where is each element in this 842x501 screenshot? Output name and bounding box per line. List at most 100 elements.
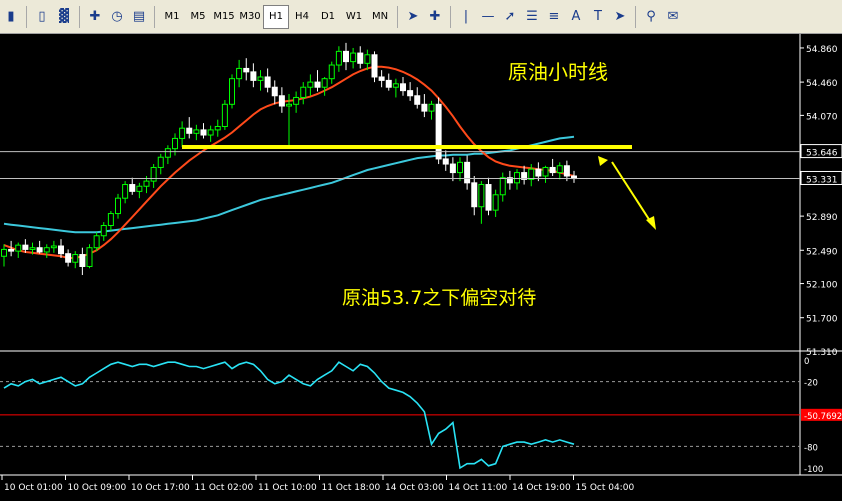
candle-body bbox=[36, 247, 43, 253]
timeframe-d1[interactable]: D1 bbox=[315, 5, 341, 29]
candle-body bbox=[72, 254, 79, 263]
candle-body bbox=[328, 64, 335, 80]
horizontal-line-icon[interactable]: — bbox=[477, 5, 499, 29]
timeframe-mn[interactable]: MN bbox=[367, 5, 393, 29]
candle-body bbox=[371, 54, 378, 78]
candle-body bbox=[378, 76, 385, 81]
new-chart-icon[interactable]: ✚ bbox=[84, 5, 106, 29]
timeframe-m5[interactable]: M5 bbox=[185, 5, 211, 29]
candle-body bbox=[307, 81, 314, 88]
candle-body bbox=[428, 103, 435, 112]
vertical-line-icon[interactable]: | bbox=[455, 5, 477, 29]
candle-body bbox=[193, 129, 200, 134]
candle-body bbox=[243, 67, 250, 73]
candle-body bbox=[314, 81, 321, 88]
candle-body bbox=[357, 52, 364, 64]
toolbar-separator bbox=[26, 5, 27, 28]
time-tick-label: 10 Oct 17:00 bbox=[131, 483, 190, 493]
price-chart: 54.860 54.460 54.070 53.646 53.331 52.890 52.4… bbox=[0, 34, 842, 493]
candle-body bbox=[200, 129, 207, 136]
candle-body bbox=[542, 166, 549, 177]
timeframe-m30[interactable]: M30 bbox=[237, 5, 263, 29]
clock-icon[interactable]: ◷ bbox=[106, 5, 128, 29]
candle-body bbox=[442, 158, 449, 165]
search-icon[interactable]: ⚲ bbox=[640, 5, 662, 29]
candle-body bbox=[86, 247, 93, 267]
candle-body bbox=[464, 161, 471, 184]
candle-body bbox=[392, 83, 399, 88]
indicator-tick-label: -50.7692 bbox=[804, 412, 842, 422]
chart-bars-icon[interactable]: ▮ bbox=[0, 5, 22, 29]
time-tick-label: 11 Oct 18:00 bbox=[322, 483, 381, 493]
fibonacci-icon[interactable]: ≡ bbox=[543, 5, 565, 29]
arrow-tools-icon[interactable]: ➤ bbox=[609, 5, 631, 29]
text-icon[interactable]: A bbox=[565, 5, 587, 29]
candle-body bbox=[343, 50, 349, 63]
comment-annotation: 原油53.7之下偏空对待 bbox=[342, 287, 536, 309]
candle-body bbox=[143, 180, 150, 187]
chat-icon[interactable]: ✉ bbox=[662, 5, 684, 29]
price-tick-label: 53.331 bbox=[806, 175, 838, 185]
price-tick-label: 54.460 bbox=[806, 79, 838, 89]
candlestick-icon[interactable]: ▓ bbox=[53, 5, 75, 29]
candle-body bbox=[172, 137, 178, 150]
timeframe-h4[interactable]: H4 bbox=[289, 5, 315, 29]
price-tick-label: 54.070 bbox=[806, 112, 838, 122]
toolbar-separator bbox=[397, 5, 398, 28]
candle-body bbox=[164, 148, 171, 158]
trendline-icon[interactable]: ➚ bbox=[499, 5, 521, 29]
templates-icon[interactable]: ▤ bbox=[128, 5, 150, 29]
candle-body bbox=[207, 129, 214, 136]
candle-body bbox=[492, 194, 499, 211]
toolbar-separator bbox=[450, 5, 451, 28]
price-tick-label: 51.700 bbox=[806, 315, 838, 325]
candle-body bbox=[300, 86, 307, 98]
candle-body bbox=[65, 253, 72, 263]
candle-body bbox=[528, 168, 535, 180]
candle-body bbox=[179, 127, 186, 139]
candle-body bbox=[157, 156, 164, 168]
toolbar-separator bbox=[154, 5, 155, 28]
crosshair-icon[interactable]: ✚ bbox=[424, 5, 446, 29]
candle-body bbox=[321, 78, 328, 88]
candle-body bbox=[271, 86, 278, 97]
chart-area[interactable]: 54.860 54.460 54.070 53.646 53.331 52.890 52.4… bbox=[0, 34, 842, 497]
candle-body bbox=[29, 247, 36, 250]
candle-body bbox=[79, 254, 86, 267]
timeframe-m15[interactable]: M15 bbox=[211, 5, 237, 29]
time-tick-label: 15 Oct 04:00 bbox=[576, 483, 635, 493]
candle-body bbox=[22, 244, 29, 250]
timeframe-h1[interactable]: H1 bbox=[263, 4, 289, 29]
candle-body bbox=[257, 76, 264, 81]
candle-body bbox=[335, 50, 342, 66]
price-tick-label: 52.490 bbox=[806, 247, 838, 257]
candle-body bbox=[50, 245, 57, 249]
candle-body bbox=[115, 197, 121, 215]
indicator-tick-label: -100 bbox=[804, 465, 823, 475]
candle-body bbox=[8, 248, 15, 252]
indicator-tick-label: -20 bbox=[804, 379, 818, 389]
cursor-icon[interactable]: ➤ bbox=[402, 5, 424, 29]
candle-body bbox=[549, 166, 556, 174]
candle-body bbox=[186, 127, 193, 134]
candle-body bbox=[400, 83, 406, 92]
candle-body bbox=[350, 52, 357, 63]
timeframe-m1[interactable]: M1 bbox=[159, 5, 185, 29]
candle-body bbox=[457, 161, 463, 174]
candle-body bbox=[414, 95, 421, 105]
candle-body bbox=[58, 245, 64, 255]
toolbar-separator bbox=[635, 5, 636, 28]
candle-body bbox=[93, 235, 100, 249]
time-tick-label: 14 Oct 19:00 bbox=[512, 483, 571, 493]
channel-icon[interactable]: ☰ bbox=[521, 5, 543, 29]
candle-body bbox=[535, 168, 542, 177]
price-tick-label: 52.100 bbox=[806, 281, 838, 291]
candle-body bbox=[136, 185, 143, 192]
timeframe-w1[interactable]: W1 bbox=[341, 5, 367, 29]
candle-body bbox=[236, 67, 243, 80]
candle-body bbox=[563, 165, 570, 177]
time-tick-label: 14 Oct 03:00 bbox=[385, 483, 444, 493]
price-tick-label: 52.890 bbox=[806, 213, 838, 223]
bar-chart-icon[interactable]: ▯ bbox=[31, 5, 53, 29]
text-label-icon[interactable]: T bbox=[587, 5, 609, 29]
